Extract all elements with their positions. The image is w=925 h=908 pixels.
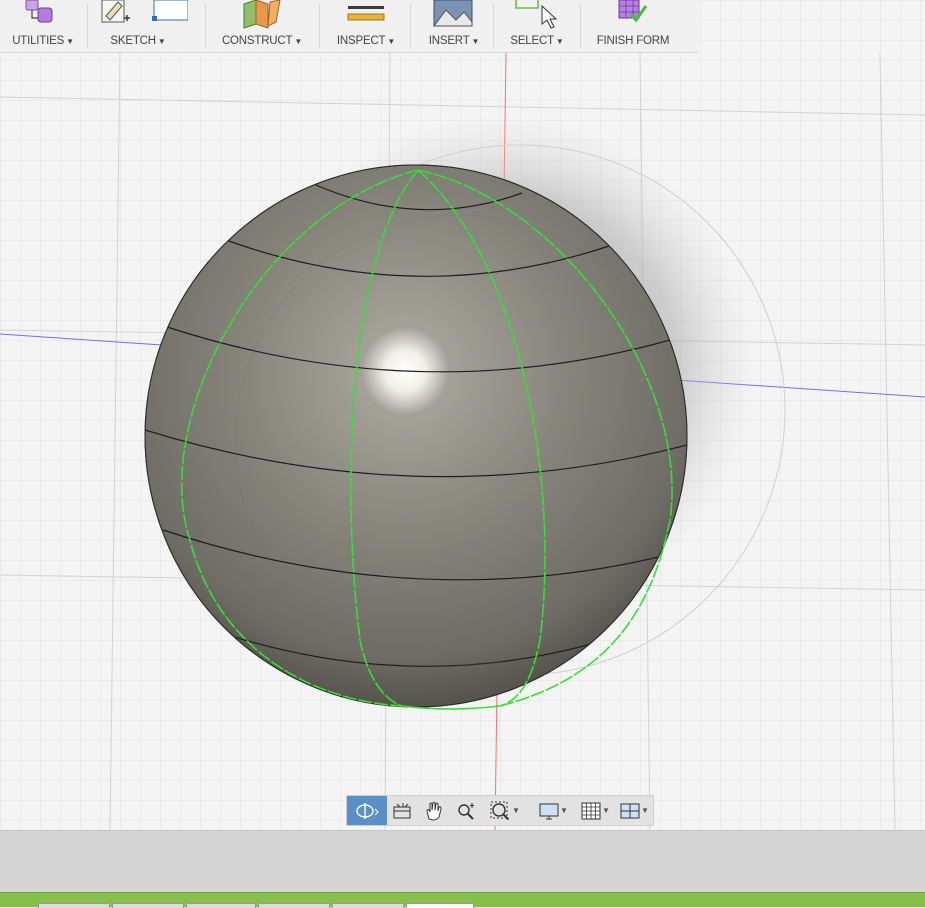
viewports-icon	[620, 803, 640, 818]
canvas-viewport[interactable]: UTILITIES ▼ SKETCH ▼ CONSTRUCT ▼ INSPECT…	[0, 0, 925, 830]
fit-zoom-button[interactable]: ▼	[483, 796, 527, 825]
sketch-icon	[101, 0, 188, 23]
select-icon	[515, 0, 558, 29]
scene-3d[interactable]	[0, 0, 925, 830]
display-settings-icon	[539, 803, 559, 819]
pan-icon	[426, 801, 442, 821]
navigation-bar: ▼ ▼ ▼ ▼	[346, 795, 654, 826]
zoom-button[interactable]	[451, 796, 481, 825]
finish-form-icon	[618, 0, 648, 23]
toolbar-group-select[interactable]: SELECT ▼	[496, 0, 578, 52]
timeline-bar[interactable]	[0, 892, 925, 908]
toolbar-group-inspect[interactable]: INSPECT ▼	[326, 0, 406, 52]
grid-settings-button[interactable]: ▼	[575, 796, 615, 825]
look-at-icon	[393, 802, 411, 818]
inspect-icon	[347, 6, 385, 21]
grid-settings-icon	[581, 802, 601, 819]
viewports-button[interactable]: ▼	[615, 796, 653, 825]
insert-icon	[433, 0, 473, 27]
ribbon-toolbar: UTILITIES ▼ SKETCH ▼ CONSTRUCT ▼ INSPECT…	[0, 0, 698, 53]
toolbar-group-utilities[interactable]: UTILITIES ▼	[0, 0, 86, 52]
display-settings-button[interactable]: ▼	[533, 796, 573, 825]
bottom-panel	[0, 830, 925, 893]
sphere-body[interactable]	[144, 164, 688, 708]
toolbar-group-construct[interactable]: CONSTRUCT ▼	[210, 0, 314, 52]
pan-button[interactable]	[419, 796, 449, 825]
zoom-icon	[458, 802, 474, 820]
orbit-button[interactable]	[347, 796, 387, 825]
look-at-button[interactable]	[387, 796, 417, 825]
toolbar-group-insert[interactable]: INSERT ▼	[414, 0, 494, 52]
fit-zoom-icon	[490, 801, 510, 820]
toolbar-group-finish-form[interactable]: FINISH FORM	[583, 0, 683, 52]
orbit-icon	[356, 802, 379, 819]
construct-icon	[243, 0, 281, 29]
toolbar-group-sketch[interactable]: SKETCH ▼	[88, 0, 188, 52]
utilities-icon	[25, 0, 53, 23]
